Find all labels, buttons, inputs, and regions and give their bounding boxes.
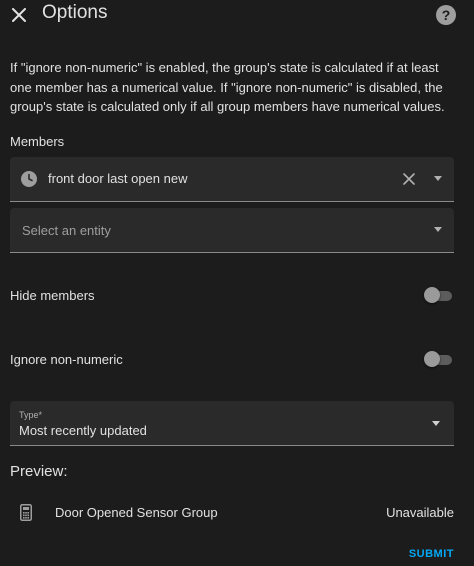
preview-entity-name: Door Opened Sensor Group <box>55 505 218 520</box>
ignore-non-numeric-switch[interactable] <box>424 351 454 367</box>
close-icon <box>12 8 26 22</box>
description-text: If "ignore non-numeric" is enabled, the … <box>10 60 445 114</box>
member-entity-name: front door last open new <box>48 171 188 186</box>
switch-knob <box>424 287 440 303</box>
chevron-down-icon[interactable] <box>432 421 440 426</box>
hide-members-switch[interactable] <box>424 287 454 303</box>
select-entity-placeholder: Select an entity <box>22 223 111 238</box>
chevron-down-icon[interactable] <box>434 176 442 181</box>
members-label: Members <box>10 134 65 149</box>
ignore-non-numeric-label: Ignore non-numeric <box>10 352 123 367</box>
ignore-non-numeric-row: Ignore non-numeric <box>10 349 454 371</box>
help-button[interactable]: ? <box>436 5 456 25</box>
calculator-icon <box>20 504 32 521</box>
type-label: Type* <box>19 410 43 420</box>
add-entity-picker[interactable]: Select an entity <box>10 208 454 253</box>
hide-members-label: Hide members <box>10 288 95 303</box>
submit-button[interactable]: SUBMIT <box>409 548 454 560</box>
preview-entity-state: Unavailable <box>386 505 454 520</box>
clock-icon <box>21 171 37 187</box>
member-entity-picker[interactable]: front door last open new <box>10 157 454 202</box>
chevron-down-icon[interactable] <box>434 227 442 232</box>
clear-icon[interactable] <box>402 172 416 186</box>
preview-entity-row[interactable]: Door Opened Sensor Group Unavailable <box>10 500 454 524</box>
hide-members-row: Hide members <box>10 285 454 307</box>
dialog-title: Options <box>42 2 108 23</box>
switch-knob <box>424 351 440 367</box>
type-value: Most recently updated <box>19 423 147 438</box>
preview-heading: Preview: <box>10 463 68 480</box>
options-dialog: Options ? If "ignore non-numeric" is ena… <box>0 0 474 566</box>
dialog-header: Options ? <box>0 0 474 30</box>
close-button[interactable] <box>8 4 30 26</box>
help-icon: ? <box>441 7 451 23</box>
type-select[interactable]: Type* Most recently updated <box>10 401 454 446</box>
